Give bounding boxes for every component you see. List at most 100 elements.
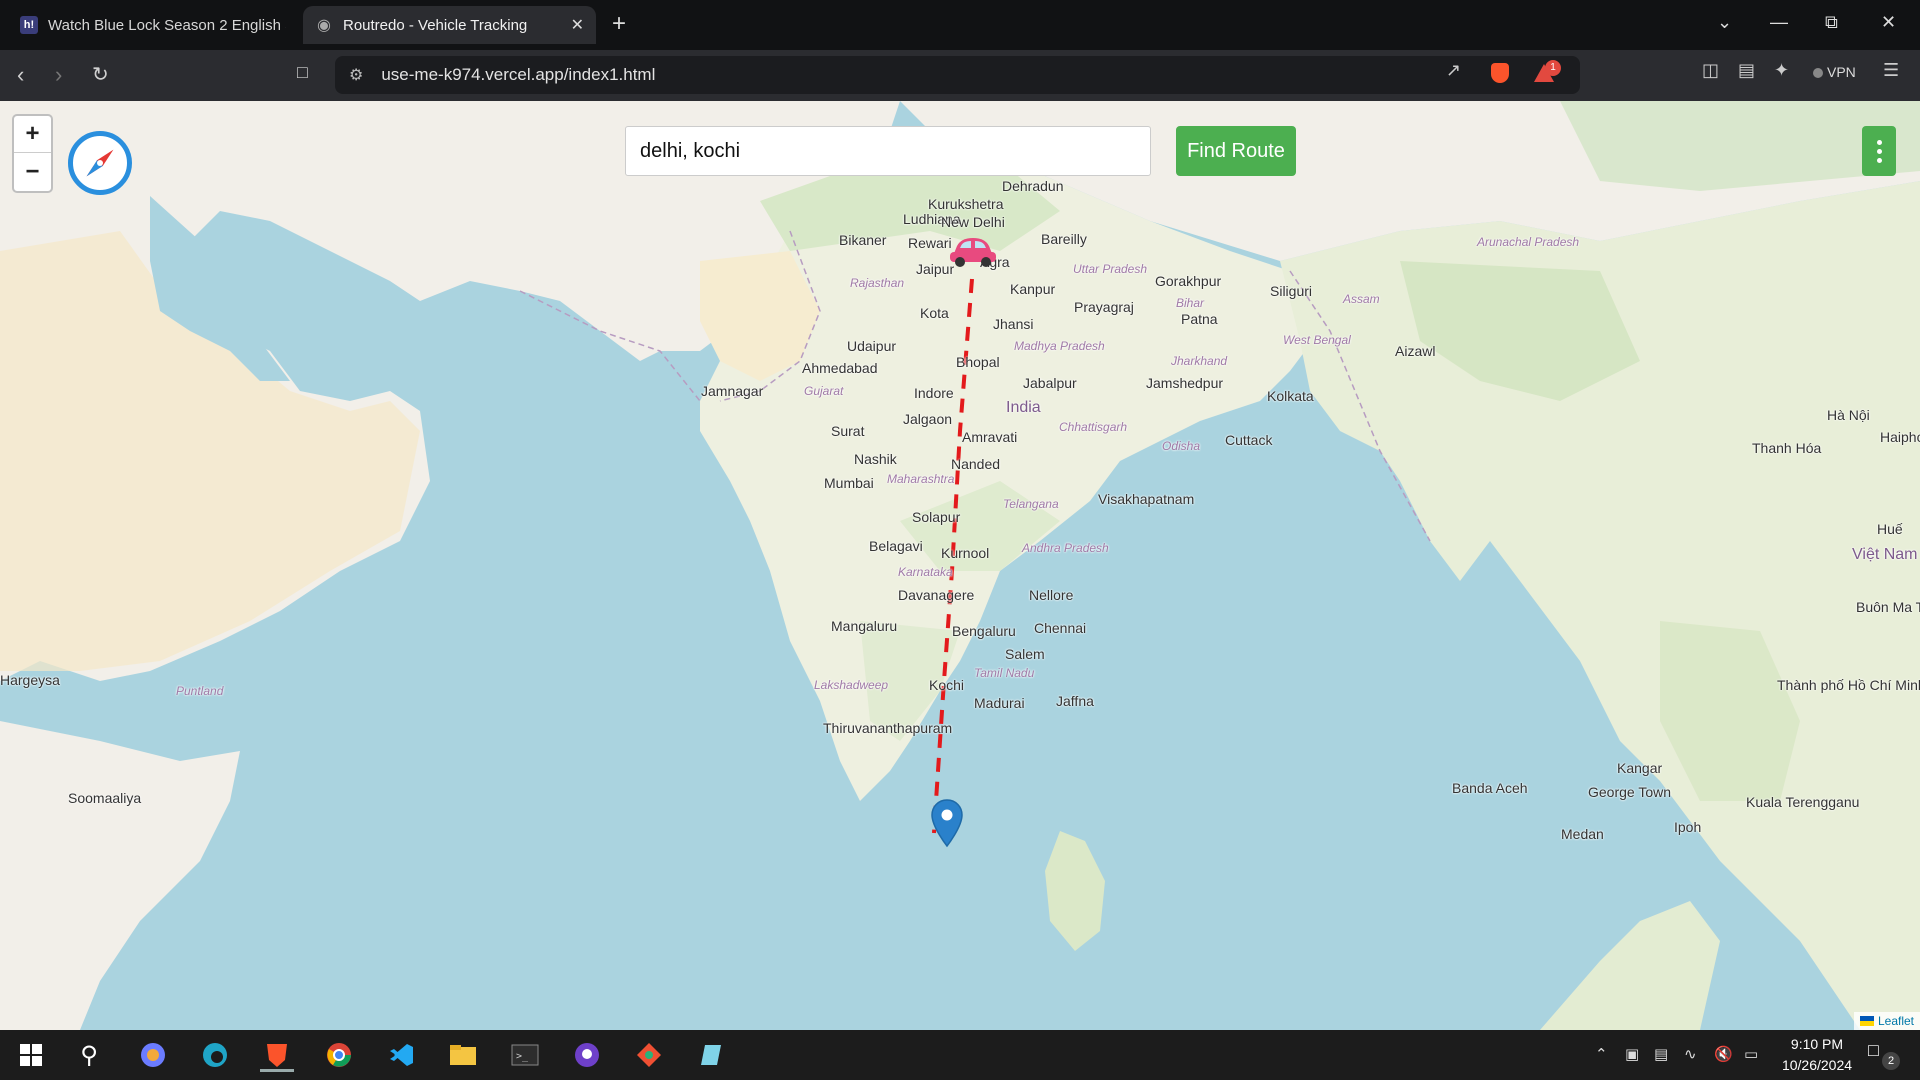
- region-label: Puntland: [176, 684, 224, 698]
- tab-blue-lock[interactable]: h! Watch Blue Lock Season 2 English S: [8, 6, 298, 44]
- bookmark-icon[interactable]: □: [297, 62, 308, 83]
- brave-browser-icon[interactable]: [260, 1038, 294, 1072]
- git-kraken-icon[interactable]: [632, 1038, 666, 1072]
- wifi-icon[interactable]: ∿: [1684, 1045, 1697, 1063]
- place-label: Aizawl: [1395, 343, 1436, 359]
- region-label: Rajasthan: [850, 276, 905, 290]
- place-label: Dehradun: [1002, 178, 1064, 194]
- notification-count-badge: 2: [1882, 1052, 1900, 1070]
- place-label: Salem: [1005, 646, 1045, 662]
- place-label: New Delhi: [941, 214, 1005, 230]
- place-label: Mangaluru: [831, 618, 898, 634]
- more-options-button[interactable]: [1862, 126, 1896, 176]
- new-tab-button[interactable]: +: [612, 12, 626, 36]
- place-label: Jamnagar: [701, 383, 764, 399]
- wallet-icon[interactable]: ▤: [1738, 60, 1755, 81]
- place-label: Ahmedabad: [802, 360, 878, 376]
- region-label: Bihar: [1176, 296, 1205, 310]
- place-label: Kurnool: [941, 545, 990, 561]
- zoom-out-button[interactable]: −: [14, 153, 51, 190]
- region-label: Lakshadweep: [814, 678, 889, 692]
- terminal-icon[interactable]: >_: [508, 1038, 542, 1072]
- region-label: Odisha: [1162, 439, 1201, 453]
- find-route-button[interactable]: Find Route: [1176, 126, 1296, 176]
- leo-ai-icon[interactable]: ✦: [1774, 60, 1789, 81]
- place-label: Kolkata: [1267, 388, 1314, 404]
- place-label: Belagavi: [869, 538, 923, 554]
- place-label: Madurai: [974, 695, 1025, 711]
- vehicle-car-icon[interactable]: [947, 234, 999, 268]
- hianime-favicon-icon: h!: [20, 16, 38, 34]
- share-icon[interactable]: ↗: [1446, 60, 1461, 81]
- notes-app-icon[interactable]: [694, 1038, 728, 1072]
- place-label: Huế: [1877, 521, 1903, 537]
- reload-icon[interactable]: ↻: [92, 62, 109, 87]
- place-label: Chennai: [1034, 620, 1087, 636]
- vpn-button[interactable]: VPN: [1813, 64, 1856, 80]
- region-label: Maharashtra: [887, 472, 955, 486]
- tray-overflow-chevron-icon[interactable]: ⌃: [1595, 1045, 1608, 1063]
- region-label: Chhattisgarh: [1059, 420, 1128, 434]
- windows-start-icon[interactable]: [14, 1038, 48, 1072]
- file-explorer-icon[interactable]: [446, 1038, 480, 1072]
- forward-icon[interactable]: ›: [55, 62, 62, 88]
- browser-tab-bar: h! Watch Blue Lock Season 2 English S ◉ …: [0, 0, 1920, 50]
- region-label: Arunachal Pradesh: [1477, 235, 1580, 249]
- place-label: Amravati: [962, 429, 1018, 445]
- place-label: Jhansi: [993, 316, 1034, 332]
- region-label: Telangana: [1003, 497, 1059, 511]
- menu-icon[interactable]: ☰: [1883, 60, 1899, 81]
- back-icon[interactable]: ‹: [17, 62, 24, 88]
- compass-icon[interactable]: [68, 131, 132, 195]
- place-label: Jabalpur: [1023, 375, 1077, 391]
- leaflet-attribution-link[interactable]: Leaflet: [1853, 1012, 1920, 1030]
- vscode-icon[interactable]: [384, 1038, 418, 1072]
- place-label: Cuttack: [1225, 432, 1273, 448]
- place-label: Buôn Ma Thuột: [1856, 599, 1920, 615]
- brave-shields-icon[interactable]: [1491, 63, 1509, 88]
- route-search-input[interactable]: [625, 126, 1151, 176]
- sidebar-icon[interactable]: ◫: [1702, 60, 1719, 81]
- chrome-browser-icon[interactable]: [322, 1038, 356, 1072]
- edge-browser-icon[interactable]: [198, 1038, 232, 1072]
- place-label: Medan: [1561, 826, 1604, 842]
- taskbar-clock[interactable]: 9:10 PM 10/26/2024: [1762, 1034, 1872, 1076]
- battery-icon[interactable]: ▭: [1744, 1045, 1758, 1063]
- display-icon[interactable]: ▤: [1654, 1045, 1668, 1063]
- region-label: Uttar Pradesh: [1073, 262, 1148, 276]
- copilot-icon[interactable]: [136, 1038, 170, 1072]
- place-label: Soomaaliya: [68, 790, 142, 806]
- region-label: Jharkhand: [1171, 354, 1228, 368]
- restore-icon[interactable]: ⧉: [1825, 12, 1838, 33]
- place-label: Jalgaon: [903, 411, 953, 427]
- meet-now-icon[interactable]: ▣: [1625, 1045, 1639, 1063]
- tab-routredo[interactable]: ◉ Routredo - Vehicle Tracking ✕: [303, 6, 596, 44]
- url-text: use-me-k974.vercel.app/index1.html: [381, 65, 656, 84]
- place-label: Bengaluru: [952, 623, 1016, 639]
- window-close-icon[interactable]: ✕: [1881, 12, 1896, 33]
- navigation-bar: ‹ › ↻ □ ⚙ use-me-k974.vercel.app/index1.…: [0, 50, 1920, 101]
- tab-list-chevron-icon[interactable]: ⌄: [1717, 12, 1732, 33]
- place-label: Bareilly: [1041, 231, 1087, 247]
- region-label: Madhya Pradesh: [1014, 339, 1105, 353]
- minimize-icon[interactable]: —: [1770, 12, 1788, 33]
- close-tab-icon[interactable]: ✕: [571, 15, 584, 35]
- place-label: Surat: [831, 423, 865, 439]
- place-label: Thanh Hóa: [1752, 440, 1822, 456]
- map-viewport[interactable]: Ludhiana Dehradun Kurukshetra New Delhi …: [0, 101, 1920, 1030]
- clock-date: 10/26/2024: [1781, 1057, 1853, 1073]
- destination-marker-icon[interactable]: [930, 798, 964, 848]
- place-label: Haiphong: [1880, 429, 1920, 445]
- search-icon[interactable]: ⚲: [72, 1038, 106, 1072]
- zoom-in-button[interactable]: +: [14, 116, 51, 153]
- region-label: Karnataka: [898, 565, 953, 579]
- github-desktop-icon[interactable]: [570, 1038, 604, 1072]
- site-settings-icon[interactable]: ⚙: [349, 65, 363, 85]
- place-label: Nanded: [951, 456, 1001, 472]
- address-bar[interactable]: ⚙ use-me-k974.vercel.app/index1.html: [335, 56, 1580, 94]
- place-label: Davanagere: [898, 587, 975, 603]
- volume-muted-icon[interactable]: 🔇: [1714, 1045, 1733, 1063]
- zoom-control: + −: [12, 114, 53, 193]
- notification-center-icon[interactable]: □: [1868, 1040, 1879, 1061]
- tab-title: Watch Blue Lock Season 2 English S: [48, 16, 286, 34]
